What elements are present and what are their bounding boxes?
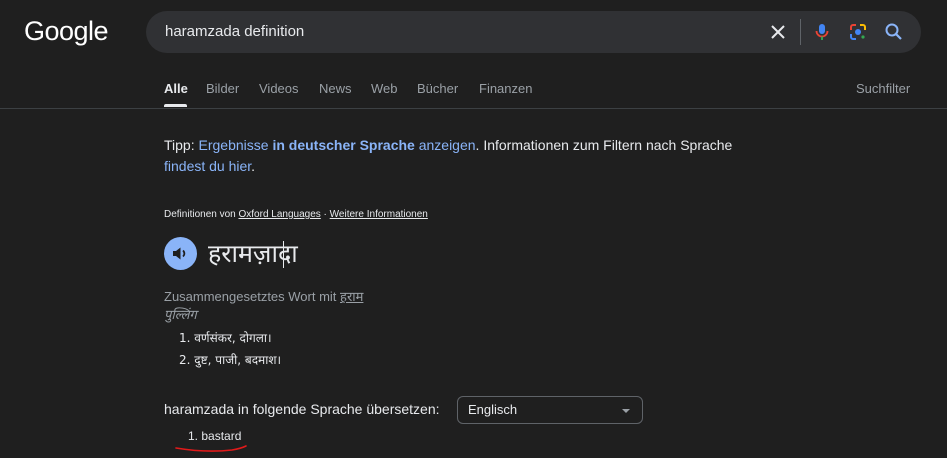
clear-icon[interactable] (768, 22, 788, 42)
tip-middle-text: . Informationen zum Filtern nach Sprache (475, 137, 733, 153)
tip-link-show[interactable]: anzeigen (415, 137, 476, 153)
active-tab-indicator (164, 104, 187, 107)
tab-finanzen[interactable]: Finanzen (479, 81, 532, 96)
compound-prefix: Zusammengesetztes Wort mit (164, 289, 341, 304)
tab-alle[interactable]: Alle (164, 81, 188, 96)
translate-label: haramzada in folgende Sprache übersetzen… (164, 401, 440, 417)
tip-suffix: . (251, 158, 256, 174)
text-caret (283, 241, 284, 268)
oxford-languages-link[interactable]: Oxford Languages (239, 209, 321, 220)
headword: हरामज़ादा (208, 239, 298, 268)
search-tabs: Alle Bilder Videos News Web Bücher Finan… (0, 78, 947, 109)
search-icon[interactable] (884, 22, 904, 42)
tab-videos[interactable]: Videos (259, 81, 299, 96)
tab-web[interactable]: Web (371, 81, 398, 96)
sense-list: 1. वर्णसंकर, दोगला। 2. दुष्ट, पाजी, बदमा… (179, 328, 281, 372)
lens-icon[interactable] (848, 22, 868, 42)
red-underline-annotation (175, 445, 247, 452)
tip-prefix: Tipp: (164, 137, 199, 153)
sense-item: 2. दुष्ट, पाजी, बदमाश। (179, 353, 282, 367)
tab-news[interactable]: News (319, 81, 352, 96)
definition-source: Definitionen von Oxford Languages · Weit… (164, 209, 428, 220)
language-select[interactable]: Englisch (457, 396, 643, 424)
compound-note: Zusammengesetztes Wort mit हराम (164, 287, 363, 305)
dropdown-arrow-icon (622, 409, 630, 413)
compound-root-link[interactable]: हराम (340, 289, 363, 304)
more-info-link[interactable]: Weitere Informationen (330, 209, 428, 220)
selected-language: Englisch (468, 402, 518, 417)
source-separator: · (320, 209, 330, 220)
google-logo[interactable]: Google (24, 16, 109, 47)
part-of-speech: पुल्लिंग (164, 308, 197, 323)
source-prefix: Definitionen von (164, 209, 239, 220)
search-bar[interactable]: haramzada definition (146, 11, 921, 53)
microphone-icon[interactable] (812, 22, 832, 42)
tab-bilder[interactable]: Bilder (206, 81, 239, 96)
search-input[interactable]: haramzada definition (165, 23, 304, 40)
tip-link-results[interactable]: Ergebnisse (199, 137, 273, 153)
translation-result: 1. bastard (188, 429, 242, 443)
language-tip: Tipp: Ergebnisse in deutscher Sprache an… (164, 135, 784, 177)
search-divider (800, 19, 801, 45)
pronunciation-button[interactable] (164, 237, 197, 270)
tip-link-language[interactable]: in deutscher Sprache (272, 137, 414, 153)
sense-item: 1. वर्णसंकर, दोगला। (179, 331, 272, 345)
tab-buecher[interactable]: Bücher (417, 81, 458, 96)
tip-link-find-here[interactable]: findest du hier (164, 158, 251, 174)
search-tools-button[interactable]: Suchfilter (856, 81, 910, 96)
speaker-icon (173, 247, 186, 260)
